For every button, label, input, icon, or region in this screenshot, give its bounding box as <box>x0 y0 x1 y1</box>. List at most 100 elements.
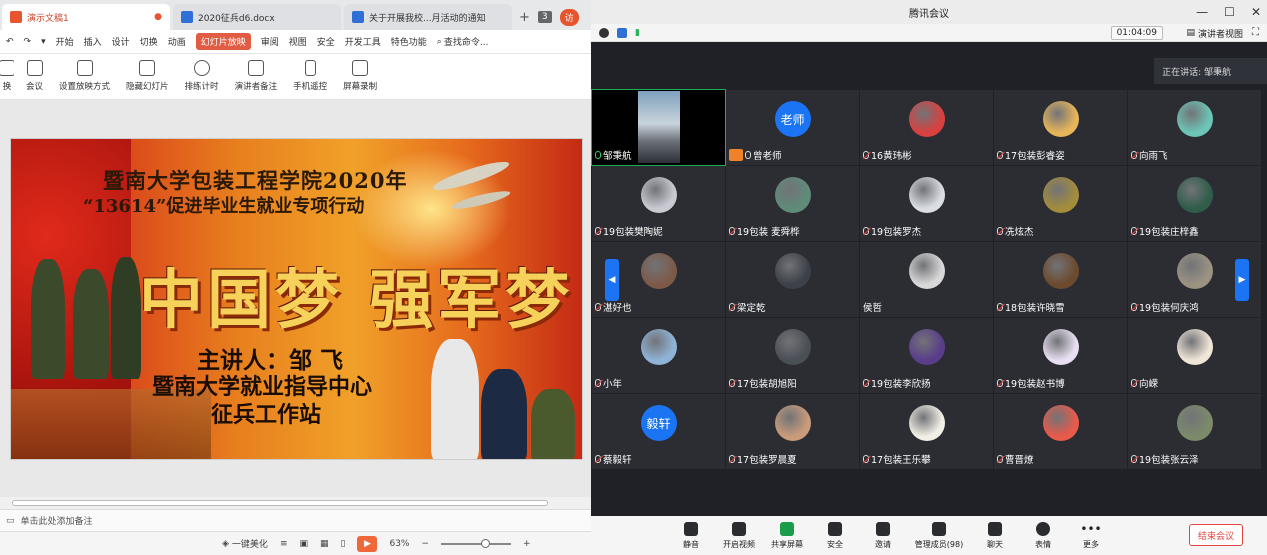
prev-page-button[interactable]: ◀ <box>605 259 619 301</box>
participant-tile[interactable]: 17包装胡旭阳 <box>726 318 859 393</box>
emoji-button[interactable]: 表情 <box>1029 522 1057 550</box>
avatar <box>1042 329 1079 365</box>
menu-view[interactable]: 视图 <box>289 35 307 48</box>
tool-speaker-notes[interactable]: 演讲者备注 <box>231 60 282 92</box>
next-page-button[interactable]: ▶ <box>1235 259 1249 301</box>
meeting-info-bar: ▮ 01:04:09 ▤ 演讲者视图 ⛶ <box>591 24 1267 42</box>
mic-muted-icon <box>863 151 869 159</box>
reading-view-icon[interactable]: ▯ <box>341 539 346 549</box>
participant-tile[interactable]: 18包装许晓雪 <box>994 242 1127 317</box>
participant-tile[interactable]: 老师 曾老师 <box>726 90 859 165</box>
menu-insert[interactable]: 插入 <box>84 35 102 48</box>
menu-animation[interactable]: 动画 <box>168 35 186 48</box>
participant-tile[interactable]: 梁定乾 <box>726 242 859 317</box>
menu-review[interactable]: 审阅 <box>261 35 279 48</box>
close-icon[interactable]: ✕ <box>1251 5 1261 19</box>
participant-tile[interactable]: 17包装王乐攀 <box>860 394 993 469</box>
participant-tile[interactable]: 17包装罗晨夏 <box>726 394 859 469</box>
tool-rehearse[interactable]: 排练计时 <box>181 60 223 92</box>
participant-tile[interactable]: 17包装彭睿姿 <box>994 90 1127 165</box>
zoom-in-icon[interactable]: + <box>523 539 531 549</box>
tool-phone-remote[interactable]: 手机遥控 <box>289 60 331 92</box>
participant-tile[interactable]: 邹秉航 <box>591 89 726 166</box>
fullscreen-icon[interactable]: ⛶ <box>1252 27 1259 38</box>
zoom-level[interactable]: 63% <box>389 539 409 549</box>
tool-switch[interactable]: 换 <box>0 60 14 92</box>
menu-security[interactable]: 安全 <box>317 35 335 48</box>
share-screen-button[interactable]: 共享屏幕 <box>771 522 803 550</box>
participant-tile[interactable]: 19包装庄梓鑫 <box>1128 166 1261 241</box>
tab-docx[interactable]: 2020征兵d6.docx <box>173 4 341 30</box>
info-icon[interactable] <box>599 27 609 38</box>
horizontal-scrollbar[interactable] <box>0 497 591 509</box>
chat-button[interactable]: 聊天 <box>981 522 1009 550</box>
participant-name-label: 17包装罗晨夏 <box>737 455 797 466</box>
mic-muted-icon <box>1131 379 1137 387</box>
undo-icon[interactable]: ↶ <box>6 37 14 47</box>
participant-tile[interactable]: 19包装赵书博 <box>994 318 1127 393</box>
participant-name-label: 曾老师 <box>753 151 782 162</box>
microphone-icon <box>684 522 698 536</box>
menu-transition[interactable]: 切换 <box>140 35 158 48</box>
quick-access-dropdown-icon[interactable]: ▾ <box>41 37 46 47</box>
maximize-icon[interactable]: ☐ <box>1224 5 1235 19</box>
mute-button[interactable]: 静音 <box>677 522 705 550</box>
participant-name: 19包装李欣扬 <box>863 376 931 390</box>
tab-presentation[interactable]: 演示文稿1 ● <box>2 4 170 30</box>
slide-canvas[interactable]: 暨南大学包装工程学院2020年 “13614”促进毕业生就业专项行动 中国梦 强… <box>10 138 583 460</box>
beautify-button[interactable]: ◈ 一键美化 <box>222 537 268 551</box>
participant-tile[interactable]: 19包装张云泽 <box>1128 394 1261 469</box>
redo-icon[interactable]: ↷ <box>24 37 32 47</box>
security-button[interactable]: 安全 <box>821 522 849 550</box>
participant-tile[interactable]: 毅轩 蔡毅轩 <box>592 394 725 469</box>
menu-slideshow[interactable]: 幻灯片放映 <box>195 33 251 50</box>
scrollbar-thumb[interactable] <box>12 500 548 506</box>
invite-button[interactable]: 邀请 <box>869 522 897 550</box>
participant-tile[interactable]: 19包装李欣扬 <box>860 318 993 393</box>
shield-icon[interactable] <box>617 27 627 38</box>
avatar <box>774 177 811 213</box>
command-search[interactable]: ⌕ 查找命令... <box>437 35 489 49</box>
participant-tile[interactable]: 小年 <box>592 318 725 393</box>
participant-tile[interactable]: 向雨飞 <box>1128 90 1261 165</box>
tab-count-badge[interactable]: 3 <box>537 11 552 23</box>
manage-members-button[interactable]: 管理成员(98) <box>915 522 963 550</box>
participant-tile[interactable]: 16黄玮彬 <box>860 90 993 165</box>
end-meeting-button[interactable]: 结束会议 <box>1189 524 1243 546</box>
menu-devtools[interactable]: 开发工具 <box>345 35 381 48</box>
more-button[interactable]: ••• 更多 <box>1077 522 1105 550</box>
tool-meeting[interactable]: 会议 <box>22 60 47 92</box>
participant-tile[interactable]: 19包装罗杰 <box>860 166 993 241</box>
zoom-slider[interactable] <box>441 538 512 548</box>
slide-station: 征兵工作站 <box>211 402 322 428</box>
zoom-slider-knob[interactable] <box>481 538 491 548</box>
play-slideshow-button[interactable]: ▶ <box>357 535 378 552</box>
notes-toggle-icon[interactable]: ≡ <box>280 539 288 549</box>
zoom-out-icon[interactable]: − <box>421 539 429 549</box>
video-button[interactable]: 开启视频 <box>723 522 755 550</box>
speaker-view-toggle[interactable]: ▤ 演讲者视图 <box>1186 26 1243 40</box>
sorter-view-icon[interactable]: ▦ <box>320 539 329 549</box>
participant-tile[interactable]: 侯哲 <box>860 242 993 317</box>
minimize-icon[interactable]: — <box>1196 5 1208 19</box>
tool-hide-slide[interactable]: 隐藏幻灯片 <box>122 60 173 92</box>
normal-view-icon[interactable]: ▣ <box>299 539 308 549</box>
notes-pane[interactable]: ▭ 单击此处添加备注 <box>0 509 591 531</box>
window-controls: — ☐ ✕ <box>1196 0 1261 24</box>
participant-tile[interactable]: 曹晋燎 <box>994 394 1127 469</box>
account-badge[interactable]: 访 <box>559 8 579 26</box>
tool-setup-show[interactable]: 设置放映方式 <box>55 60 114 92</box>
new-tab-plus-icon[interactable]: + <box>519 10 530 25</box>
menu-features[interactable]: 特色功能 <box>391 35 427 48</box>
participant-name-label: 向嵘 <box>1139 379 1159 390</box>
tab-notice[interactable]: 关于开展我校...月活动的通知 <box>344 4 512 30</box>
participant-name-label: 19包装张云泽 <box>1139 455 1199 466</box>
participant-tile[interactable]: 19包装 麦舜桦 <box>726 166 859 241</box>
control-label: 共享屏幕 <box>771 540 803 549</box>
tool-screen-record[interactable]: 屏幕录制 <box>339 60 381 92</box>
participant-tile[interactable]: 向嵘 <box>1128 318 1261 393</box>
menu-design[interactable]: 设计 <box>112 35 130 48</box>
participant-tile[interactable]: 冼炫杰 <box>994 166 1127 241</box>
participant-tile[interactable]: 19包装樊陶妮 <box>592 166 725 241</box>
menu-start[interactable]: 开始 <box>56 35 74 48</box>
